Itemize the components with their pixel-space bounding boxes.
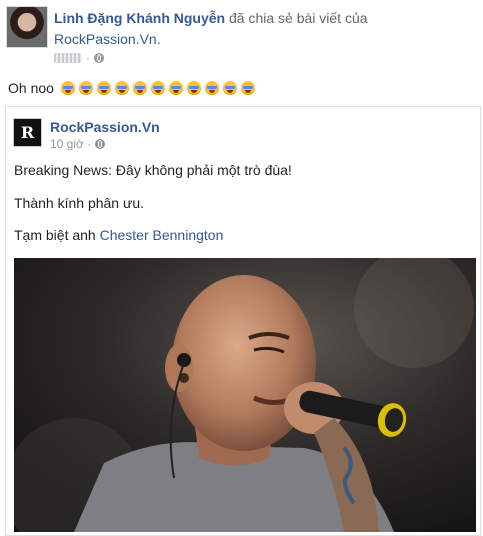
crying-face-icon	[132, 81, 147, 95]
mention-link[interactable]: Chester Bennington	[100, 227, 224, 243]
share-header: Linh Đặng Khánh Nguyễn đã chia sẻ bài vi…	[54, 10, 368, 26]
crying-face-icon	[60, 81, 75, 95]
user-name-link[interactable]: Linh Đặng Khánh Nguyễn	[54, 10, 225, 26]
crying-face-icon	[222, 81, 237, 95]
post-line-2: Thành kính phân ưu.	[14, 195, 145, 211]
crying-face-icon	[168, 81, 183, 95]
crying-face-icon	[96, 81, 111, 95]
crying-face-icon	[204, 81, 219, 95]
globe-icon[interactable]	[94, 53, 104, 63]
share-verb: đã chia sẻ bài viết của	[229, 10, 368, 26]
post-text: Oh noo	[8, 80, 255, 96]
post-line-1: Breaking News: Đây không phải một trò đù…	[14, 162, 292, 178]
post-time[interactable]: 10 giờ ·	[50, 137, 91, 151]
crying-face-icon	[78, 81, 93, 95]
post-photo[interactable]	[14, 258, 476, 532]
crying-face-icon	[186, 81, 201, 95]
crying-face-icon	[240, 81, 255, 95]
share-meta: ·	[54, 51, 104, 65]
blurred-timestamp[interactable]	[54, 53, 82, 63]
user-avatar[interactable]	[6, 6, 48, 48]
globe-icon[interactable]	[95, 139, 106, 149]
post-message: Oh noo	[8, 80, 54, 96]
shared-page-link[interactable]: RockPassion.Vn.	[54, 31, 161, 47]
crying-face-icon	[114, 81, 129, 95]
page-name-link[interactable]: RockPassion.Vn	[50, 119, 160, 135]
crying-face-icon	[150, 81, 165, 95]
page-avatar[interactable]: R	[13, 118, 42, 147]
emoji-row	[60, 81, 255, 95]
singer-photo-icon	[14, 258, 476, 532]
post-line-3: Tạm biệt anh Chester Bennington	[14, 227, 224, 243]
shared-post-meta: 10 giờ ·	[50, 137, 106, 151]
